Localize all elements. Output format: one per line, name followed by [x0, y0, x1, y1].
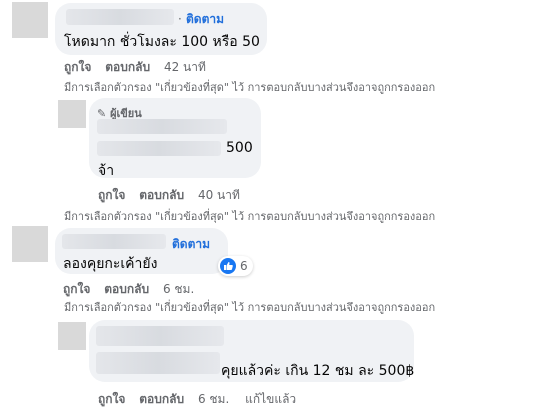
redacted-username[interactable] — [66, 9, 174, 25]
like-action[interactable]: ถูกใจ — [98, 392, 125, 406]
timestamp[interactable]: 6 ชม. — [198, 392, 229, 406]
redacted-text — [97, 141, 221, 156]
timestamp[interactable]: 40 นาที — [198, 188, 240, 202]
like-action[interactable]: ถูกใจ — [64, 60, 91, 74]
reply-action[interactable]: ตอบกลับ — [139, 392, 184, 406]
timestamp[interactable]: 6 ชม. — [163, 282, 194, 296]
like-icon — [220, 258, 236, 274]
avatar[interactable] — [12, 2, 48, 38]
follow-button[interactable]: ติดตาม — [172, 235, 210, 254]
like-action[interactable]: ถูกใจ — [98, 188, 125, 202]
redacted-username[interactable] — [62, 234, 166, 249]
comment-text: คุยแล้วค่ะ เกิน 12 ชม ละ 500฿ — [221, 363, 415, 379]
redacted-text — [96, 352, 220, 374]
reaction-summary[interactable]: 6 — [218, 256, 253, 276]
redacted-username[interactable] — [97, 119, 227, 134]
filter-note: มีการเลือกตัวกรอง "เกี่ยวข้องที่สุด" ไว้… — [64, 301, 436, 314]
comment-text-line: จ้า — [98, 163, 115, 179]
filter-note: มีการเลือกตัวกรอง "เกี่ยวข้องที่สุด" ไว้… — [64, 210, 436, 223]
edited-label[interactable]: แก้ไขแล้ว — [245, 392, 296, 406]
follow-button[interactable]: · ติดตาม — [178, 10, 224, 29]
comment-text: ลองคุยกะเค้ายัง — [63, 256, 158, 272]
reply-action[interactable]: ตอบกลับ — [104, 282, 149, 296]
avatar[interactable] — [12, 226, 48, 262]
redacted-username[interactable] — [96, 326, 224, 346]
reply-action[interactable]: ตอบกลับ — [139, 188, 184, 202]
follow-label: ติดตาม — [186, 12, 225, 26]
like-action[interactable]: ถูกใจ — [63, 282, 90, 296]
filter-note: มีการเลือกตัวกรอง "เกี่ยวข้องที่สุด" ไว้… — [64, 81, 436, 94]
comment-text: โหดมาก ชั่วโมงละ 100 หรือ 50 — [64, 34, 260, 50]
comment-actions: ถูกใจ ตอบกลับ 40 นาที — [98, 186, 240, 205]
avatar[interactable] — [58, 100, 86, 128]
comment-text-line: 500 — [226, 140, 253, 156]
timestamp[interactable]: 42 นาที — [164, 60, 206, 74]
comment-actions: ถูกใจ ตอบกลับ 6 ชม. — [63, 280, 194, 299]
comment-actions: ถูกใจ ตอบกลับ 42 นาที — [64, 58, 206, 77]
separator-dot: · — [178, 12, 182, 26]
comment-actions: ถูกใจ ตอบกลับ 6 ชม. แก้ไขแล้ว — [98, 390, 296, 407]
reaction-count: 6 — [240, 259, 248, 273]
reply-action[interactable]: ตอบกลับ — [105, 60, 150, 74]
avatar[interactable] — [58, 322, 86, 350]
